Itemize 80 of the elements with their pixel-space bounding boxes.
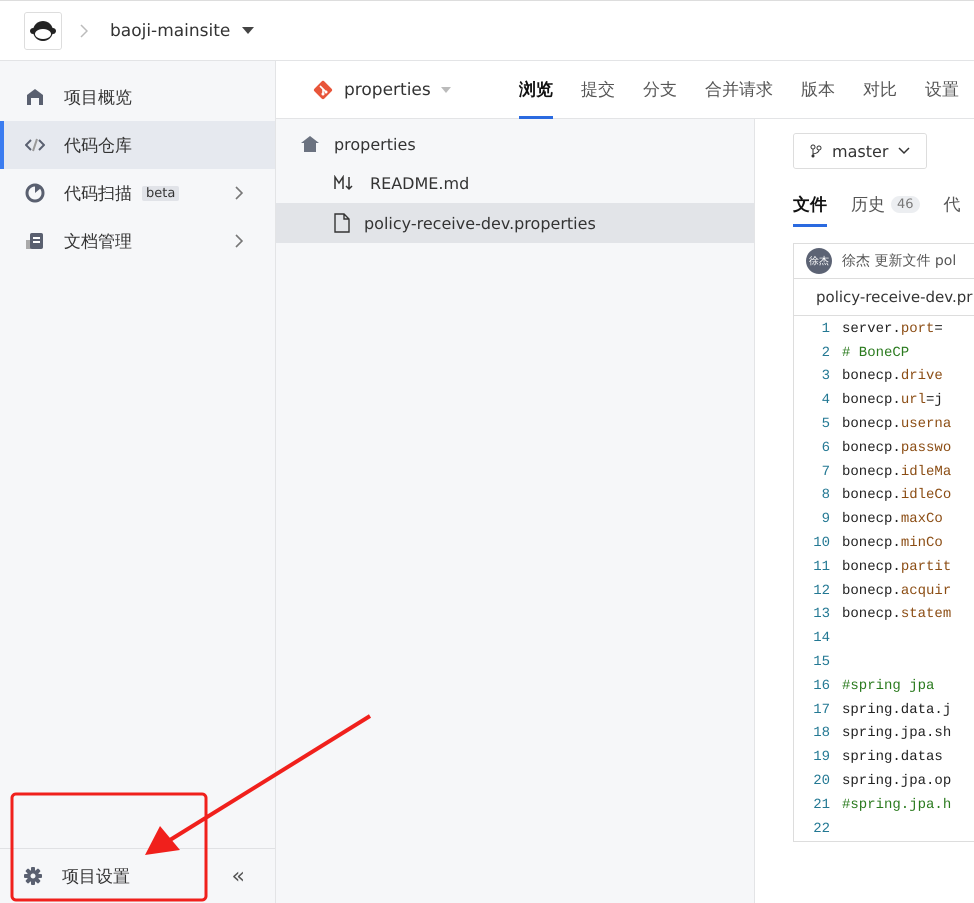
- sidebar-item[interactable]: 代码仓库: [0, 121, 275, 169]
- file-name: policy-receive-dev.pr: [794, 279, 974, 316]
- sidebar-item[interactable]: 代码扫描 beta: [0, 169, 275, 217]
- caret-icon: [440, 86, 451, 92]
- file-item[interactable]: README.md: [276, 163, 754, 203]
- repo-tab[interactable]: 设置: [924, 60, 959, 118]
- project-settings-item[interactable]: 项目设置: [0, 852, 130, 900]
- code-line: bonecp.idleMa: [842, 464, 952, 480]
- repo-selector[interactable]: properties: [312, 78, 451, 100]
- code-line: bonecp.maxCo: [842, 511, 943, 528]
- line-number: 1: [820, 320, 831, 337]
- code-line: bonecp.minCo: [842, 535, 943, 552]
- line-number: 19: [812, 749, 831, 766]
- branch-icon: [810, 144, 822, 158]
- code-line: bonecp.idleCo: [842, 487, 952, 504]
- line-number: 18: [812, 725, 831, 742]
- line-number: 20: [812, 773, 831, 790]
- code-line: #spring.jpa.h: [842, 796, 952, 813]
- document-icon: [25, 232, 45, 250]
- line-number: 12: [812, 582, 831, 599]
- line-number: 13: [812, 606, 831, 622]
- line-number: 16: [812, 678, 831, 694]
- repo-tab[interactable]: 版本: [800, 60, 835, 118]
- file-tab[interactable]: 历史 46: [851, 193, 920, 227]
- line-number: 10: [812, 535, 831, 552]
- home-icon: [25, 88, 45, 106]
- commit-message: 徐杰 更新文件 pol: [842, 252, 956, 270]
- sidebar-item[interactable]: 项目概览: [0, 73, 275, 121]
- code-line: spring.data.j: [842, 702, 952, 718]
- file-tab[interactable]: 代: [944, 193, 961, 227]
- code-line: spring.datas: [842, 749, 943, 766]
- line-number: 15: [812, 654, 831, 670]
- settings-icon: [24, 867, 42, 885]
- logo-icon[interactable]: [24, 12, 62, 50]
- sidebar-item[interactable]: 文档管理: [0, 217, 275, 265]
- line-number: 4: [820, 392, 831, 408]
- code-line: bonecp.partit: [842, 558, 952, 575]
- home-icon: [300, 135, 320, 153]
- file-tab[interactable]: 文件: [793, 193, 827, 227]
- file-item[interactable]: policy-receive-dev.properties: [276, 203, 754, 243]
- beta-tag: beta: [142, 186, 180, 200]
- chevron-right-icon: [80, 24, 88, 38]
- line-number: 14: [812, 630, 831, 646]
- line-number: 22: [812, 820, 831, 837]
- code-line: spring.jpa.op: [842, 773, 952, 790]
- line-number: 7: [820, 464, 831, 480]
- line-number: 3: [820, 368, 831, 384]
- line-number: 2: [820, 344, 831, 361]
- code-line: bonecp.url=j: [842, 392, 943, 408]
- line-number: 17: [812, 702, 831, 718]
- repo-tab[interactable]: 提交: [580, 60, 615, 118]
- project-dropdown[interactable]: baoji-mainsite: [106, 20, 258, 40]
- line-number: 6: [820, 440, 831, 456]
- tree-root[interactable]: properties: [276, 125, 754, 163]
- chevron-down-icon: [898, 147, 910, 155]
- collapse-button[interactable]: «: [228, 864, 249, 888]
- line-number: 11: [812, 558, 831, 575]
- code-line: bonecp.acquir: [842, 582, 952, 599]
- line-number: 9: [820, 511, 831, 528]
- code-line: spring.jpa.sh: [842, 725, 952, 742]
- repo-tab[interactable]: 对比: [862, 60, 897, 118]
- line-number: 21: [812, 796, 831, 813]
- code-line: #spring jpa: [842, 678, 934, 694]
- line-number: 5: [820, 416, 831, 432]
- repo-tab[interactable]: 合并请求: [704, 60, 773, 118]
- radar-icon: [25, 183, 45, 203]
- caret-icon: [242, 26, 254, 34]
- code-line: # BoneCP: [842, 344, 910, 361]
- repo-tab[interactable]: 分支: [642, 60, 677, 118]
- line-number: 8: [820, 487, 831, 504]
- code-line: bonecp.userna: [842, 416, 952, 432]
- count-badge: 46: [891, 196, 920, 213]
- code-icon: [25, 138, 45, 152]
- code-line: bonecp.statem: [842, 606, 952, 622]
- avatar: 徐杰: [806, 248, 832, 274]
- code-line: bonecp.drive: [842, 368, 943, 384]
- code-line: bonecp.passwo: [842, 440, 952, 456]
- file-icon: [334, 213, 350, 233]
- code-line: server.port=: [842, 320, 943, 337]
- branch-selector[interactable]: master: [793, 133, 928, 169]
